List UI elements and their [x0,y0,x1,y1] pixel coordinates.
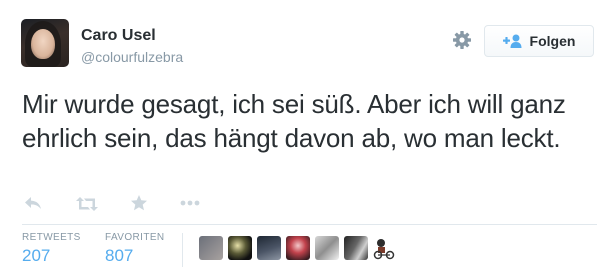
retweets-count[interactable]: 207 [22,246,81,266]
avatar-7[interactable] [373,236,397,260]
avatar-5[interactable] [315,236,339,260]
retweet-icon[interactable] [76,196,98,212]
user-name[interactable]: Caro Usel [81,27,156,45]
avatar-2[interactable] [228,236,252,260]
avatar-6[interactable] [344,236,368,260]
avatar-3[interactable] [257,236,281,260]
favorites-count[interactable]: 807 [105,246,165,266]
more-icon[interactable] [180,200,200,206]
avatar-4[interactable] [286,236,310,260]
favorites-label: FAVORITEN [105,232,165,243]
favorite-icon[interactable] [130,194,148,212]
favorites-stat[interactable]: FAVORITEN 807 [105,232,165,266]
user-handle[interactable]: @colourfulzebra [81,49,183,65]
stats-separator [182,233,183,267]
add-user-icon [502,34,522,48]
gear-icon[interactable] [452,30,472,50]
reply-icon[interactable] [24,196,42,210]
retweets-label: RETWEETS [22,232,81,243]
avatar-1[interactable] [199,236,223,260]
tweet-text: Mir wurde gesagt, ich sei süß. Aber ich … [22,89,566,153]
follow-button[interactable]: Folgen [484,25,594,57]
user-avatar[interactable] [21,19,69,67]
divider-top [22,224,597,225]
follow-button-label: Folgen [529,33,576,49]
retweets-stat[interactable]: RETWEETS 207 [22,232,81,266]
